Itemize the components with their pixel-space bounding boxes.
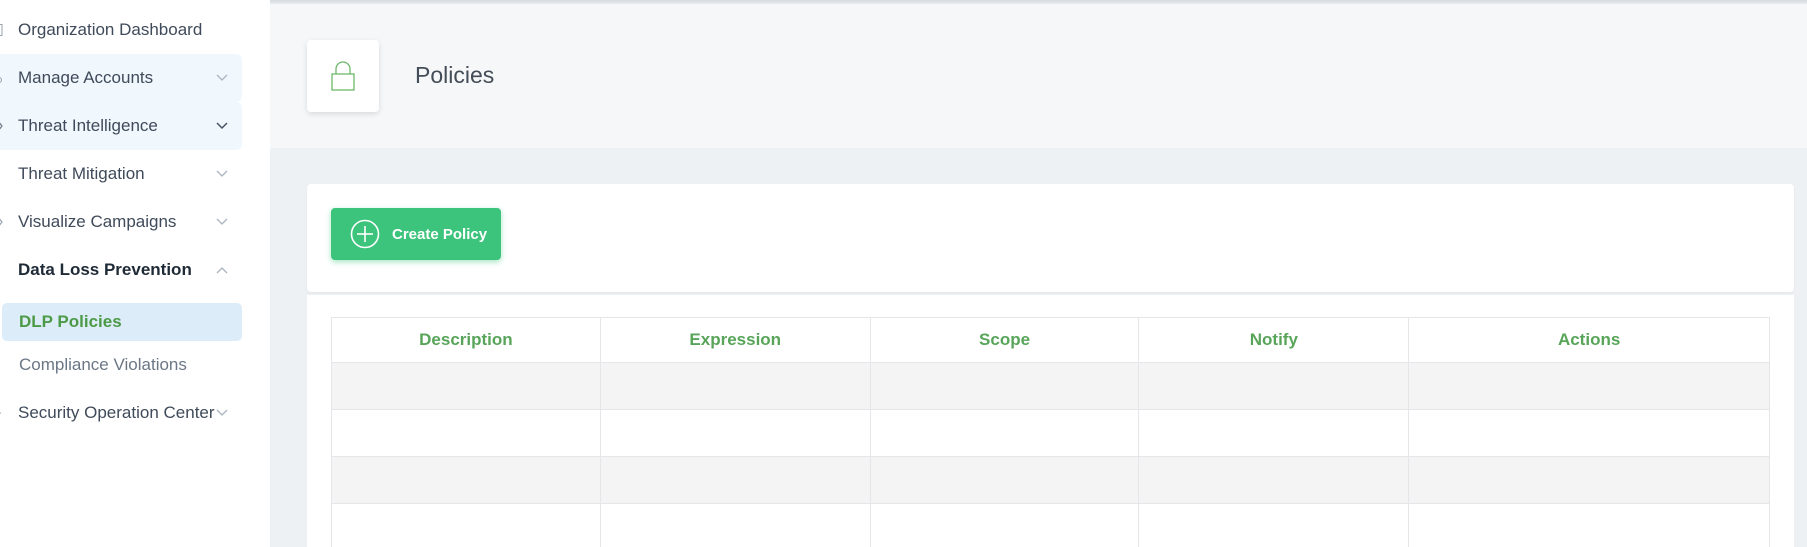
table-cell [1408,503,1770,547]
table-cell [599,362,871,410]
table-row [331,409,1770,457]
page-title: Policies [415,62,495,88]
sidebar-item-label: Organization Dashboard [18,20,203,39]
table-cell [331,456,601,504]
sidebar-item-label: Security Operation Center [18,403,215,422]
column-header-notify[interactable]: Notify [1138,317,1410,363]
sidebar-item-security-operation-center[interactable]: Security Operation Center [0,389,242,437]
sidebar-item-visualize-campaigns[interactable]: Visualize Campaigns [0,198,242,246]
column-header-scope[interactable]: Scope [869,317,1140,363]
page-header: Policies [270,4,1807,148]
sidebar-subitem-label: Compliance Violations [19,355,187,374]
table-cell [1408,409,1770,457]
chevron-down-icon [216,218,228,225]
chevron-right-icon [0,218,3,226]
plus-circle-icon [350,219,380,249]
table-cell [869,503,1140,547]
table-cell [1138,362,1410,410]
table-cell [331,409,601,457]
create-policy-label: Create Policy [392,225,488,243]
table-cell [599,409,871,457]
column-header-actions[interactable]: Actions [1408,317,1770,363]
sidebar-item-organization-dashboard[interactable]: Organization Dashboard [0,6,242,54]
table-cell [1408,362,1770,410]
user-icon [0,77,2,83]
table-row [331,456,1770,504]
table-cell [869,362,1140,410]
table-cell [1138,409,1410,457]
sidebar-subitem-dlp-policies[interactable]: DLP Policies [2,303,242,341]
policies-table-card: Description Expression Scope Notify Acti… [307,295,1794,547]
sidebar-item-manage-accounts[interactable]: Manage Accounts [0,54,242,102]
dashboard-icon [0,24,3,36]
table-row [331,503,1770,547]
sidebar-subitem-compliance-violations[interactable]: Compliance Violations [2,346,242,384]
table-cell [599,456,871,504]
chevron-right-icon [0,122,3,130]
chevron-up-icon [216,267,228,274]
create-policy-button[interactable]: Create Policy [331,208,501,260]
chevron-down-icon [216,409,228,416]
sidebar-item-label: Threat Intelligence [18,116,158,135]
chevron-down-icon [216,122,228,130]
sidebar-item-threat-intelligence[interactable]: Threat Intelligence [0,102,242,150]
table-cell [1138,456,1410,504]
table-cell [869,456,1140,504]
table-cell [599,503,871,547]
monitor-icon [0,412,1,414]
column-header-expression[interactable]: Expression [599,317,871,363]
sidebar-item-label: Manage Accounts [18,68,154,87]
table-cell [869,409,1140,457]
sidebar-subitem-label: DLP Policies [19,312,122,331]
sidebar-item-label: Visualize Campaigns [18,212,177,231]
table-cell [331,503,601,547]
table-cell [331,362,601,410]
header-icon-box [307,40,379,112]
sidebar-item-data-loss-prevention[interactable]: Data Loss Prevention [0,246,242,294]
sidebar-item-label: Data Loss Prevention [18,260,192,279]
table-row [331,362,1770,410]
main-content: Policies Create Policy Description Expre… [270,0,1807,547]
table-cell [1408,456,1770,504]
sidebar: Organization Dashboard Manage Accounts T… [0,0,270,547]
table-header-row: Description Expression Scope Notify Acti… [331,317,1770,363]
sidebar-item-threat-mitigation[interactable]: Threat Mitigation [0,150,242,198]
lock-icon [331,61,355,91]
chevron-down-icon [216,170,228,177]
policies-table: Description Expression Scope Notify Acti… [331,317,1770,547]
sidebar-item-label: Threat Mitigation [18,164,145,183]
toolbar-card: Create Policy [307,184,1794,292]
column-header-description[interactable]: Description [331,317,601,363]
table-cell [1138,503,1410,547]
chevron-down-icon [216,74,228,81]
